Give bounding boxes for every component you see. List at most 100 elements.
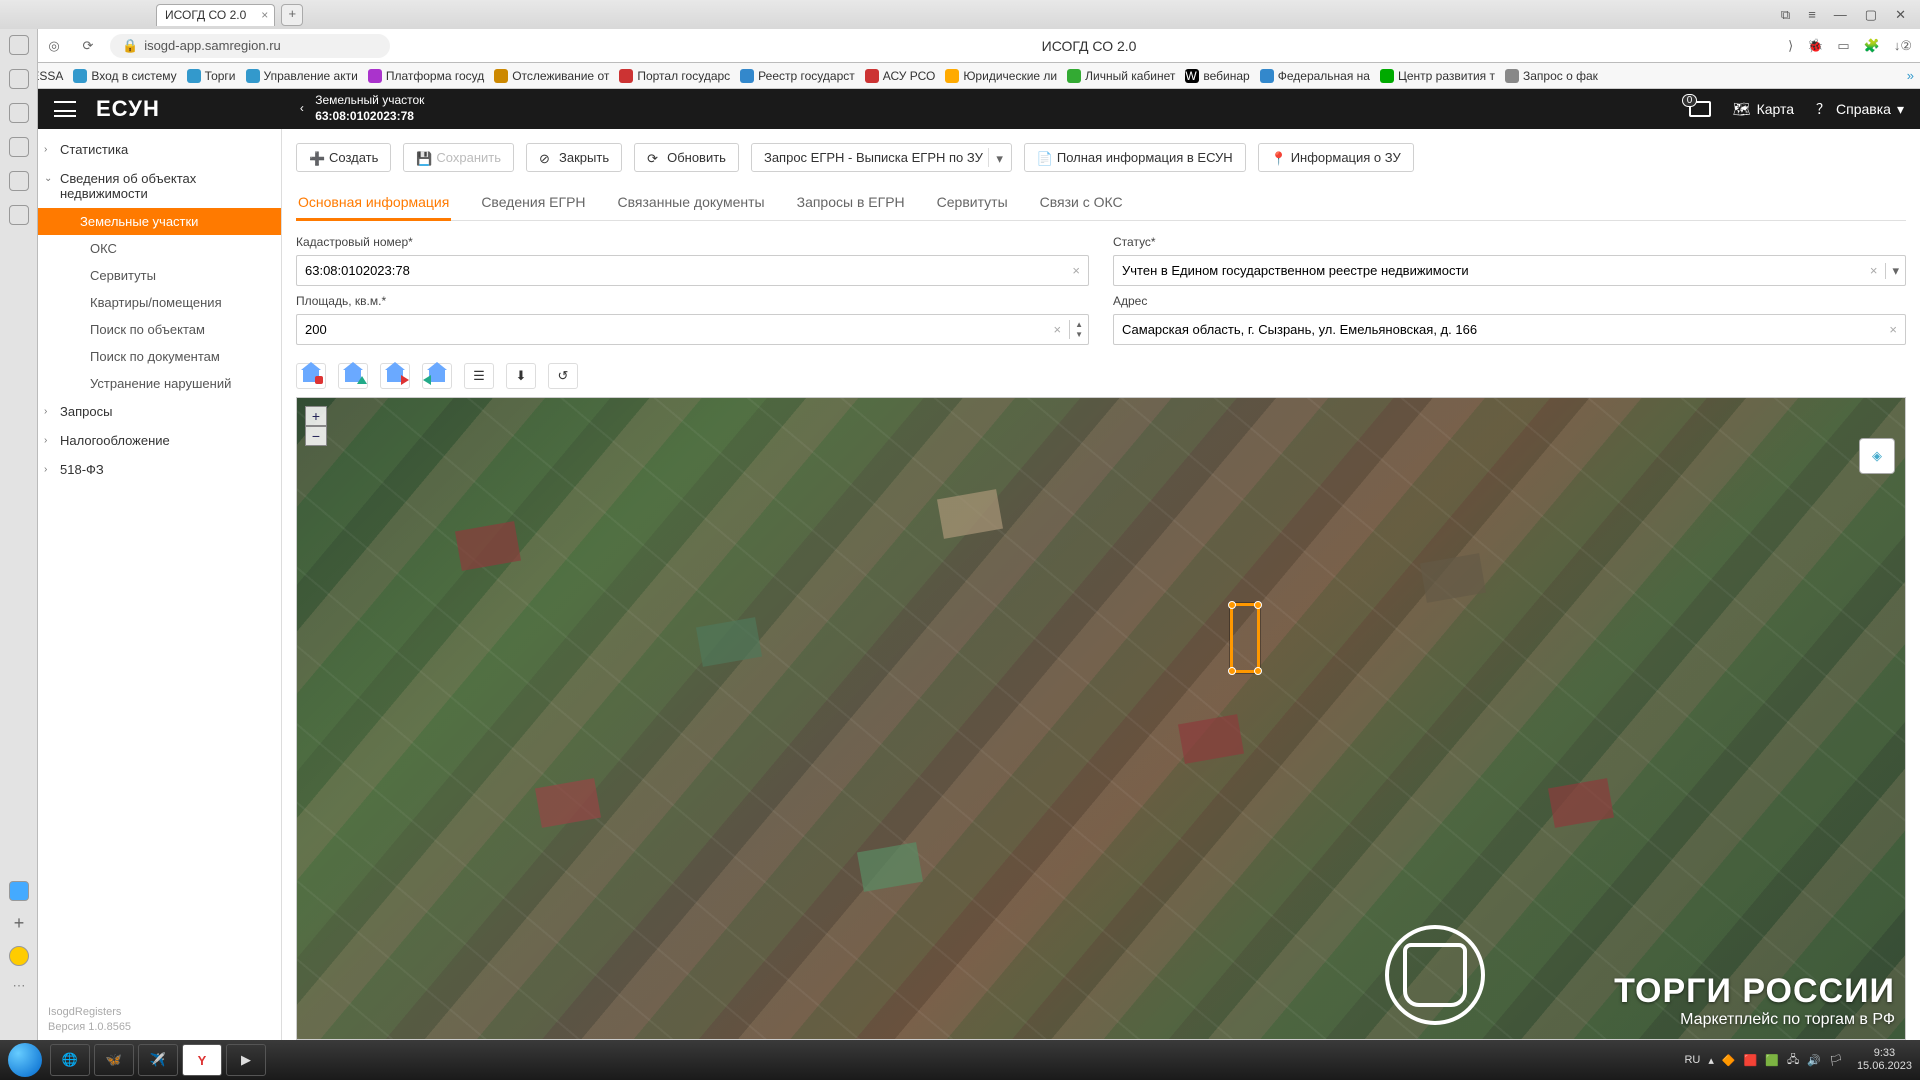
bookmark-item[interactable]: Wвебинар <box>1185 69 1249 83</box>
bookmark-item[interactable]: Центр развития т <box>1380 69 1495 83</box>
chevron-down-icon[interactable]: ▾ <box>1885 263 1905 279</box>
window-copy-icon[interactable]: ⧉ <box>1781 7 1790 23</box>
sidebar-item-requests[interactable]: ›Запросы <box>38 397 281 426</box>
zu-info-button[interactable]: 📍Информация о ЗУ <box>1258 143 1414 172</box>
save-button[interactable]: 💾Сохранить <box>403 143 514 172</box>
tray-up-icon[interactable]: ▴ <box>1708 1054 1714 1067</box>
rail-chat-icon[interactable] <box>9 205 29 225</box>
minimize-icon[interactable]: — <box>1834 7 1847 23</box>
url-field[interactable]: 🔒 isogd-app.samregion.ru <box>110 34 390 58</box>
spin-up[interactable]: ▲ <box>1070 320 1088 330</box>
rail-more-icon[interactable]: ⋯ <box>13 978 26 994</box>
bookmark-item[interactable]: Торги <box>187 69 236 83</box>
download-button[interactable]: ⬇ <box>506 363 536 389</box>
browser-tab[interactable]: ИСОГД СО 2.0 × <box>156 4 275 26</box>
ext2-icon[interactable]: ▭ <box>1837 38 1849 54</box>
bookmark-item[interactable]: АСУ РСО <box>865 69 936 83</box>
bookmark-item[interactable]: Управление акти <box>246 69 358 83</box>
mail-button[interactable]: 0 <box>1689 101 1711 117</box>
geom-export-button[interactable] <box>380 363 410 389</box>
bookmark-item[interactable]: Личный кабинет <box>1067 69 1175 83</box>
task-yandex[interactable]: Y <box>182 1044 222 1076</box>
sidebar-item-stats[interactable]: ›Статистика <box>38 135 281 164</box>
clear-icon[interactable]: × <box>1064 263 1088 278</box>
maximize-icon[interactable]: ▢ <box>1865 7 1877 23</box>
clock[interactable]: 9:3315.06.2023 <box>1857 1047 1912 1073</box>
address-input[interactable] <box>1114 315 1881 344</box>
sidebar-item-realty[interactable]: ⌄Сведения об объектах недвижимости <box>38 164 281 208</box>
tab-egrn[interactable]: Сведения ЕГРН <box>479 186 587 220</box>
lang-indicator[interactable]: RU <box>1684 1054 1700 1066</box>
tray-icon[interactable]: 🟥 <box>1744 1054 1758 1067</box>
tray-network-icon[interactable]: 🖧 <box>1787 1051 1799 1070</box>
zoom-out-button[interactable]: − <box>305 426 327 446</box>
sidebar-item-518fz[interactable]: ›518-ФЗ <box>38 455 281 484</box>
sidebar-item-tax[interactable]: ›Налогообложение <box>38 426 281 455</box>
bookmark-item[interactable]: Платформа госуд <box>368 69 484 83</box>
rail-play-icon[interactable] <box>9 137 29 157</box>
rail-add-icon[interactable]: + <box>14 913 25 934</box>
map-viewport[interactable]: + − ◈ ТОРГИ РОССИИ Маркетплейс по торгам… <box>296 397 1906 1040</box>
ext3-icon[interactable]: 🧩 <box>1864 38 1880 54</box>
sidebar-item-oks[interactable]: ОКС <box>80 235 281 262</box>
window-menu-icon[interactable]: ≡ <box>1808 7 1816 23</box>
bookmarks-overflow[interactable]: » <box>1907 68 1914 83</box>
task-app1[interactable]: 🦋 <box>94 1044 134 1076</box>
clear-icon[interactable]: × <box>1862 263 1886 278</box>
sidebar-item-violations[interactable]: Устранение нарушений <box>80 370 281 397</box>
refresh-button[interactable]: ⟳Обновить <box>634 143 739 172</box>
bookmark-item[interactable]: Федеральная на <box>1260 69 1370 83</box>
rail-note-icon[interactable] <box>9 69 29 89</box>
sidebar-item-search-docs[interactable]: Поиск по документам <box>80 343 281 370</box>
bookmark-icon[interactable]: ⟩ <box>1788 38 1793 54</box>
task-telegram[interactable]: ✈️ <box>138 1044 178 1076</box>
tab-oks-links[interactable]: Связи с ОКС <box>1038 186 1125 220</box>
rail-badge-icon[interactable] <box>9 171 29 191</box>
cadastral-input[interactable] <box>297 256 1064 285</box>
bookmark-item[interactable]: Вход в систему <box>73 69 176 83</box>
tab-egrn-requests[interactable]: Запросы в ЕГРН <box>795 186 907 220</box>
tray-volume-icon[interactable]: 🔊 <box>1807 1054 1821 1067</box>
selected-parcel[interactable] <box>1230 603 1260 673</box>
geom-import-button[interactable] <box>422 363 452 389</box>
egrn-request-button[interactable]: Запрос ЕГРН - Выписка ЕГРН по ЗУ <box>751 143 1012 172</box>
clear-icon[interactable]: × <box>1881 322 1905 337</box>
tab-main-info[interactable]: Основная информация <box>296 186 451 221</box>
geom-delete-button[interactable] <box>296 363 326 389</box>
close-button[interactable]: ⊘Закрыть <box>526 143 622 172</box>
sidebar-item-land[interactable]: Земельные участки <box>38 208 281 235</box>
tab-docs[interactable]: Связанные документы <box>616 186 767 220</box>
rail-assistant-icon[interactable] <box>9 946 29 966</box>
sidebar-item-apartments[interactable]: Квартиры/помещения <box>80 289 281 316</box>
tray-icon[interactable]: 🟩 <box>1765 1054 1779 1067</box>
ext1-icon[interactable]: 🐞 <box>1807 38 1823 54</box>
create-button[interactable]: ➕Создать <box>296 143 391 172</box>
tray-flag-icon[interactable]: 🏳 <box>1829 1054 1843 1067</box>
bookmark-item[interactable]: Отслеживание от <box>494 69 609 83</box>
tray-icon[interactable]: 🔶 <box>1722 1054 1736 1067</box>
task-app2[interactable]: ▶ <box>226 1044 266 1076</box>
map-link[interactable]: 🗺 Карта <box>1733 101 1794 118</box>
tab-servitutes[interactable]: Сервитуты <box>935 186 1010 220</box>
help-link[interactable]: ？ Справка ▾ <box>1816 99 1904 119</box>
rail-app1-icon[interactable] <box>9 881 29 901</box>
downloads-icon[interactable]: ↓② <box>1894 38 1912 54</box>
target-icon[interactable]: ◎ <box>42 34 66 58</box>
bookmark-item[interactable]: Реестр государст <box>740 69 855 83</box>
full-info-button[interactable]: 📄Полная информация в ЕСУН <box>1024 143 1246 172</box>
layers-button[interactable]: ◈ <box>1859 438 1895 474</box>
menu-icon[interactable] <box>54 101 76 117</box>
zoom-in-button[interactable]: + <box>305 406 327 426</box>
rail-clock-icon[interactable] <box>9 35 29 55</box>
sidebar-item-servitutes[interactable]: Сервитуты <box>80 262 281 289</box>
geom-send-button[interactable] <box>338 363 368 389</box>
reset-button[interactable]: ↺ <box>548 363 578 389</box>
close-tab-icon[interactable]: × <box>261 8 268 22</box>
rail-copy-icon[interactable] <box>9 103 29 123</box>
close-window-icon[interactable]: ✕ <box>1895 7 1906 23</box>
status-select[interactable]: × ▾ <box>1113 255 1906 286</box>
bookmark-item[interactable]: Портал государс <box>619 69 730 83</box>
spin-down[interactable]: ▼ <box>1070 330 1088 340</box>
status-input[interactable] <box>1114 256 1862 285</box>
list-button[interactable]: ☰ <box>464 363 494 389</box>
